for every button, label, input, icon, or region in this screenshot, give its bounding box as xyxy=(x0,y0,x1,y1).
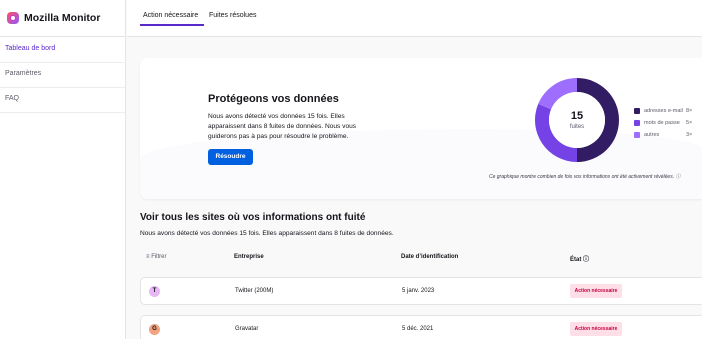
company-avatar: G xyxy=(149,324,160,335)
hero-title: Protégeons vos données xyxy=(208,93,339,105)
column-header-state-label: État xyxy=(570,257,582,263)
app-title: Mozilla Monitor xyxy=(24,12,101,24)
sidebar: Mozilla Monitor Tableau de bord Paramètr… xyxy=(0,0,126,339)
column-header-state: État ⓘ xyxy=(570,254,589,263)
company-name: Twitter (200M) xyxy=(235,288,274,294)
app-logo[interactable]: Mozilla Monitor xyxy=(7,10,100,26)
help-icon[interactable]: ⓘ xyxy=(676,174,681,180)
status-badge: Action nécessaire xyxy=(570,284,622,298)
sidebar-item-dashboard[interactable]: Tableau de bord xyxy=(0,38,126,63)
company-avatar: T xyxy=(149,286,160,297)
filter-label: Filtrer xyxy=(151,254,167,260)
legend-item: mots de passe 5× xyxy=(634,117,692,129)
sidebar-item-faq[interactable]: FAQ xyxy=(0,88,126,113)
legend-value: 5× xyxy=(686,120,693,126)
tab-resolved-breaches[interactable]: Fuites résolues xyxy=(209,12,256,19)
sidebar-item-settings[interactable]: Paramètres xyxy=(0,63,126,88)
breach-date: 5 janv. 2023 xyxy=(402,288,435,294)
top-tab-bar: Action nécessaire Fuites résolues xyxy=(127,0,702,37)
column-header-date: Date d’identification xyxy=(401,254,459,260)
legend-item: autres 3× xyxy=(634,129,692,141)
tab-action-needed[interactable]: Action nécessaire xyxy=(143,12,198,19)
legend-swatch xyxy=(634,120,640,126)
legend-item: adresses e-mail 8× xyxy=(634,105,692,117)
column-header-company: Entreprise xyxy=(234,254,264,260)
legend-value: 8× xyxy=(686,108,693,114)
chart-caption-text: Ce graphique montre combien de fois vos … xyxy=(489,174,675,180)
sidebar-nav: Tableau de bord Paramètres FAQ xyxy=(0,38,126,113)
mozilla-monitor-logo-icon xyxy=(7,12,19,24)
legend-swatch xyxy=(634,108,640,114)
donut-total: 15 xyxy=(570,110,584,122)
chart-legend: adresses e-mail 8× mots de passe 5× autr… xyxy=(634,105,692,141)
status-badge: Action nécessaire xyxy=(570,322,622,336)
hero-card: Protégeons vos données Nous avons détect… xyxy=(140,58,702,199)
legend-label: mots de passe xyxy=(644,120,680,126)
hero-description: Nous avons détecté vos données 15 fois. … xyxy=(208,113,357,140)
sidebar-divider xyxy=(0,36,126,37)
legend-label: autres xyxy=(644,132,660,138)
section-title: Voir tous les sites où vos informations … xyxy=(140,212,366,223)
donut-total-label: fuites xyxy=(569,124,585,130)
breach-date: 5 déc. 2021 xyxy=(402,326,434,332)
filter-button[interactable]: ≡ Filtrer xyxy=(146,254,167,260)
info-icon[interactable]: ⓘ xyxy=(583,257,589,263)
legend-swatch xyxy=(634,132,640,138)
section-subtitle: Nous avons détecté vos données 15 fois. … xyxy=(140,230,394,237)
legend-value: 3× xyxy=(686,132,693,138)
filter-icon: ≡ xyxy=(146,254,150,260)
company-name: Gravatar xyxy=(235,326,259,332)
resolve-button[interactable]: Résoudre xyxy=(208,149,253,165)
table-row[interactable]: T Twitter (200M) 5 janv. 2023 Action néc… xyxy=(140,277,702,305)
chart-caption: Ce graphique montre combien de fois vos … xyxy=(489,173,681,180)
table-row[interactable]: G Gravatar 5 déc. 2021 Action nécessaire xyxy=(140,315,702,339)
legend-label: adresses e-mail xyxy=(644,108,683,114)
table-header: ≡ Filtrer Entreprise Date d’identificati… xyxy=(140,250,702,266)
active-tab-indicator xyxy=(140,24,204,26)
